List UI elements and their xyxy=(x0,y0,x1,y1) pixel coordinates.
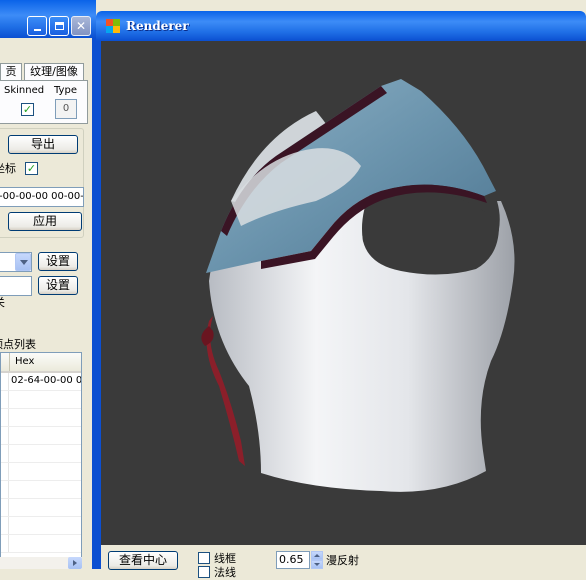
normals-checkbox[interactable] xyxy=(198,566,210,578)
render-viewport[interactable] xyxy=(101,41,586,545)
table-row[interactable] xyxy=(1,535,81,553)
row-cell-0 xyxy=(8,445,9,462)
table-row[interactable]: 02-64-00-00 0 xyxy=(1,373,82,391)
garment-model xyxy=(201,79,515,492)
tab-prev[interactable]: 贡 xyxy=(0,63,22,80)
coord-label: 坐标 xyxy=(0,162,16,175)
skinned-label: Skinned xyxy=(4,85,45,96)
vertex-list-label: 顶点列表 xyxy=(0,338,36,351)
table-row[interactable] xyxy=(1,481,81,499)
skinned-checkbox[interactable]: ✓ xyxy=(21,103,34,116)
wireframe-checkbox[interactable] xyxy=(198,552,210,564)
close-button[interactable]: ✕ xyxy=(71,16,91,36)
scroll-right-icon[interactable] xyxy=(68,557,82,569)
normals-label: 法线 xyxy=(214,566,236,579)
grid-header: Hex xyxy=(1,353,81,373)
view-center-button[interactable]: 查看中心 xyxy=(108,551,178,570)
renderer-titlebar[interactable]: Renderer xyxy=(96,11,586,41)
row-cell-0 xyxy=(8,391,9,408)
export-button[interactable]: 导出 xyxy=(8,135,78,154)
tab-texture-image-label: 纹理/图像 xyxy=(30,65,78,78)
row-cell-0 xyxy=(8,409,9,426)
row-cell-0 xyxy=(8,499,9,516)
vertex-grid[interactable]: Hex 02-64-00-00 0 xyxy=(0,352,82,558)
set-button-2[interactable]: 设置 xyxy=(38,276,78,295)
row-cell-0 xyxy=(8,427,9,444)
app-icon xyxy=(106,19,120,33)
misc-label: 关 xyxy=(0,294,5,310)
table-row[interactable] xyxy=(1,517,81,535)
horizontal-scrollbar[interactable] xyxy=(0,557,82,569)
row-cell-0 xyxy=(8,463,9,480)
renderer-toolbar: 查看中心 线框 法线 0.65 漫反射 xyxy=(101,545,586,579)
ribbon-knot xyxy=(201,326,214,346)
renderer-window: Renderer 查看中心 线框 法线 0.65 漫反射 xyxy=(96,0,586,579)
renderer-title: Renderer xyxy=(126,19,189,33)
table-row[interactable] xyxy=(1,445,81,463)
value-input[interactable] xyxy=(0,276,32,296)
set-button-1[interactable]: 设置 xyxy=(38,252,78,271)
table-row[interactable] xyxy=(1,463,81,481)
diffuse-label: 漫反射 xyxy=(326,554,359,567)
left-window: ✕ 贡 纹理/图像 Skinned Type ✓ 0 导出 坐标 ✓ -00-0… xyxy=(0,0,96,569)
left-window-titlebar: ✕ xyxy=(0,0,96,38)
maximize-button[interactable] xyxy=(49,16,69,36)
table-row[interactable] xyxy=(1,409,81,427)
coord-checkbox[interactable]: ✓ xyxy=(25,162,38,175)
row-cell-0 xyxy=(8,481,9,498)
grid-header-cell-0 xyxy=(1,353,10,371)
select-dropdown[interactable] xyxy=(0,252,32,272)
row-cell-hex: 02-64-00-00 0 xyxy=(11,375,82,386)
chevron-down-icon[interactable] xyxy=(15,253,31,271)
spin-up-icon[interactable] xyxy=(311,551,323,560)
minimize-button[interactable] xyxy=(27,16,47,36)
spin-down-icon[interactable] xyxy=(311,560,323,569)
row-cell-0 xyxy=(8,373,9,390)
close-icon: ✕ xyxy=(75,19,87,33)
table-row[interactable] xyxy=(1,499,81,517)
table-row[interactable] xyxy=(1,427,81,445)
table-row[interactable] xyxy=(1,391,81,409)
apply-button[interactable]: 应用 xyxy=(8,212,82,231)
hex-input[interactable]: -00-00-00 00-00- xyxy=(0,187,84,207)
diffuse-input[interactable]: 0.65 xyxy=(276,551,310,569)
diffuse-spinner[interactable] xyxy=(311,551,323,569)
type-field[interactable]: 0 xyxy=(55,99,77,119)
row-cell-0 xyxy=(8,517,9,534)
grid-header-hex: Hex xyxy=(15,356,35,367)
tab-texture-image[interactable]: 纹理/图像 xyxy=(24,63,84,80)
tab-prev-label: 贡 xyxy=(5,65,17,78)
tab-panel: Skinned Type ✓ 0 xyxy=(0,80,88,124)
row-cell-0 xyxy=(8,535,9,552)
type-label: Type xyxy=(54,85,77,96)
